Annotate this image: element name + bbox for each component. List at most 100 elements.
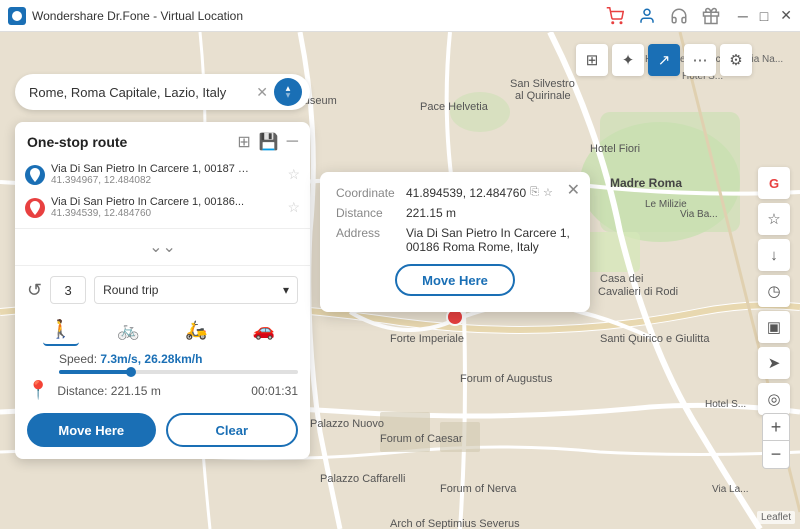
popup-address-row: Address Via Di San Pietro In Carcere 1, …: [336, 226, 574, 254]
route-start-address: Via Di San Pietro In Carcere 1, 00187 Ro…: [51, 163, 251, 175]
popup-coordinate-row: Coordinate 41.894539, 12.484760 ⎘ ☆: [336, 186, 574, 200]
maximize-button[interactable]: □: [760, 8, 768, 24]
search-go-button[interactable]: [274, 78, 302, 106]
download-button[interactable]: ↓: [758, 239, 790, 271]
distance-label: Distance: [336, 206, 406, 220]
copy-icon[interactable]: ⎘: [530, 186, 539, 199]
action-row: Move Here Clear: [15, 405, 310, 451]
map-area[interactable]: San Silvestro al Quirinale Wax Museum Pa…: [0, 32, 800, 529]
scooter-button[interactable]: 🛵: [178, 314, 214, 346]
popup-move-here-button[interactable]: Move Here: [395, 264, 515, 296]
svg-text:Arch of Septimius Severus: Arch of Septimius Severus: [390, 518, 520, 529]
svg-text:Palazzo Nuovo: Palazzo Nuovo: [310, 418, 384, 430]
svg-text:Hotel S...: Hotel S...: [705, 399, 746, 410]
svg-text:Via Ba...: Via Ba...: [680, 209, 718, 220]
route-end-star[interactable]: ☆: [287, 199, 300, 216]
speed-slider[interactable]: [59, 370, 298, 374]
zoom-out-button[interactable]: −: [762, 441, 790, 469]
distance-text: Distance: 221.15 m: [57, 384, 243, 398]
speed-row: Speed: 7.3m/s, 26.28km/h: [15, 350, 310, 368]
side-toolbar: G ☆ ↓ ◷ ▣ ➤ ◎: [758, 167, 790, 415]
walk-button[interactable]: 🚶: [43, 314, 79, 346]
panel-actions[interactable]: ⊞ 💾 ─: [237, 132, 298, 152]
history-button[interactable]: ◷: [758, 275, 790, 307]
car-button[interactable]: 🚗: [246, 314, 282, 346]
trip-type-label: Round trip: [103, 283, 158, 297]
favorite-button[interactable]: ☆: [758, 203, 790, 235]
search-clear-button[interactable]: ✕: [256, 84, 268, 101]
route-panel: One-stop route ⊞ 💾 ─ Via Di San Pietro I…: [15, 122, 310, 459]
star-icon[interactable]: ☆: [543, 186, 553, 199]
clear-button[interactable]: Clear: [166, 413, 299, 447]
panel-collapse-icon[interactable]: ─: [287, 133, 298, 151]
distance-row: 📍 Distance: 221.15 m 00:01:31: [15, 376, 310, 405]
minimize-button[interactable]: ─: [738, 8, 748, 24]
svg-text:Madre Roma: Madre Roma: [610, 176, 682, 190]
expand-button[interactable]: ⌄⌄: [15, 233, 310, 261]
route-item-end: Via Di San Pietro In Carcere 1, 00186...…: [15, 191, 310, 224]
popup-distance-row: Distance 221.15 m: [336, 206, 574, 220]
panel-copy-icon[interactable]: ⊞: [237, 132, 250, 152]
route-start-coords: 41.394967, 12.484082: [51, 175, 281, 186]
zoom-controls: + −: [762, 413, 790, 469]
route-item-start: Via Di San Pietro In Carcere 1, 00187 Ro…: [15, 158, 310, 191]
map-toolbar: ⊞ ✦ ↗ ⋯ ⚙: [576, 44, 752, 76]
target-button[interactable]: ◎: [758, 383, 790, 415]
svg-text:Forum of Augustus: Forum of Augustus: [460, 373, 553, 385]
location-pin-icon: 📍: [27, 380, 49, 401]
svg-text:Hotel Fiori: Hotel Fiori: [590, 143, 640, 155]
route-view-button[interactable]: ↗: [648, 44, 680, 76]
google-maps-button[interactable]: G: [758, 167, 790, 199]
count-value: 3: [64, 283, 71, 298]
path-view-button[interactable]: ⋯: [684, 44, 716, 76]
count-box[interactable]: 3: [50, 276, 86, 304]
route-start-star[interactable]: ☆: [287, 166, 300, 183]
svg-text:Forum of Caesar: Forum of Caesar: [380, 433, 463, 445]
headset-icon[interactable]: [668, 5, 690, 27]
panel-divider-2: [15, 265, 310, 266]
navigate-button[interactable]: ➤: [758, 347, 790, 379]
location-popup: ✕ Coordinate 41.894539, 12.484760 ⎘ ☆ Di…: [320, 172, 590, 312]
move-here-button[interactable]: Move Here: [27, 413, 156, 447]
device-button[interactable]: ▣: [758, 311, 790, 343]
titlebar-action-icons: [604, 5, 722, 27]
svg-text:San Silvestro: San Silvestro: [510, 78, 575, 90]
coordinate-text: 41.894539, 12.484760: [406, 186, 526, 200]
zoom-in-button[interactable]: +: [762, 413, 790, 441]
trip-chevron-icon: ▾: [283, 283, 289, 297]
popup-address-value: Via Di San Pietro In Carcere 1, 00186 Ro…: [406, 226, 574, 254]
svg-text:Forte Imperiale: Forte Imperiale: [390, 333, 464, 345]
speed-ms: 7.3m/s,: [100, 352, 141, 366]
user-icon[interactable]: [636, 5, 658, 27]
settings-button[interactable]: ⚙: [720, 44, 752, 76]
loop-icon: ↺: [27, 280, 42, 301]
route-end-info: Via Di San Pietro In Carcere 1, 00186...…: [51, 196, 281, 219]
dots-view-button[interactable]: ✦: [612, 44, 644, 76]
speed-slider-thumb[interactable]: [126, 367, 136, 377]
speed-kmh: 26.28km/h: [144, 352, 202, 366]
panel-save-icon[interactable]: 💾: [259, 132, 279, 152]
bike-button[interactable]: 🚲: [111, 314, 147, 346]
svg-text:al Quirinale: al Quirinale: [515, 90, 571, 102]
svg-text:Palazzo Caffarelli: Palazzo Caffarelli: [320, 473, 405, 485]
cart-icon[interactable]: [604, 5, 626, 27]
coordinate-label: Coordinate: [336, 186, 406, 200]
svg-text:Cavalieri di Rodi: Cavalieri di Rodi: [598, 286, 678, 298]
popup-distance-value: 221.15 m: [406, 206, 574, 220]
start-icon: [25, 165, 45, 185]
speed-label: Speed:: [59, 352, 100, 366]
svg-text:Casa dei: Casa dei: [600, 273, 643, 285]
search-bar[interactable]: Rome, Roma Capitale, Lazio, Italy ✕: [15, 74, 310, 110]
speed-slider-fill: [59, 370, 131, 374]
close-button[interactable]: ✕: [780, 7, 792, 24]
grid-view-button[interactable]: ⊞: [576, 44, 608, 76]
coordinate-value: 41.894539, 12.484760 ⎘ ☆: [406, 186, 574, 200]
trip-type-select[interactable]: Round trip ▾: [94, 276, 298, 304]
popup-close-button[interactable]: ✕: [567, 180, 580, 200]
time-text: 00:01:31: [251, 384, 298, 398]
speed-slider-row[interactable]: [15, 368, 310, 376]
window-controls[interactable]: ─ □ ✕: [738, 7, 792, 24]
gift-icon[interactable]: [700, 5, 722, 27]
loop-controls: ↺ 3 Round trip ▾: [15, 270, 310, 310]
leaflet-badge: Leaflet: [757, 511, 795, 524]
